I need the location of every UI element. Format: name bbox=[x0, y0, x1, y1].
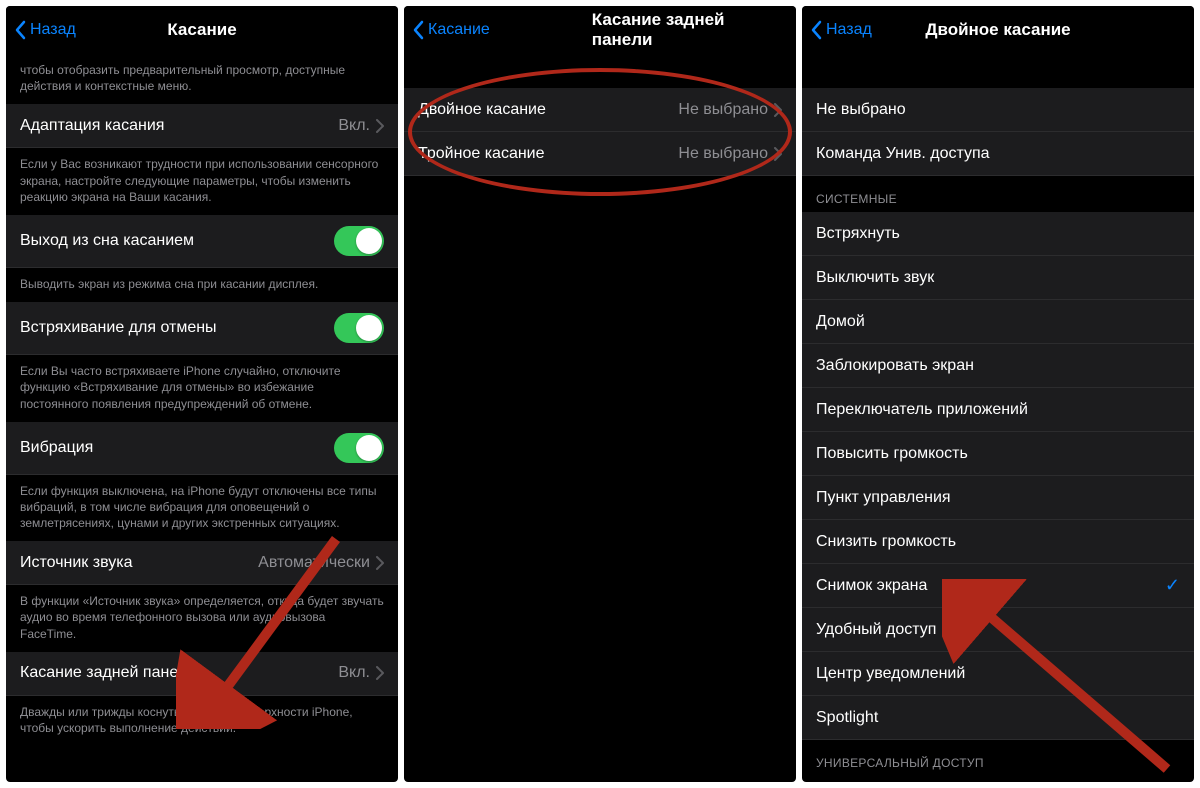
row-label: Домой bbox=[816, 313, 1180, 331]
row-label: Spotlight bbox=[816, 709, 1180, 727]
row-back-tap[interactable]: Касание задней панели Вкл. bbox=[6, 652, 398, 696]
row-option-shortcut[interactable]: Команда Унив. доступа bbox=[802, 132, 1194, 176]
back-label: Касание bbox=[428, 21, 490, 39]
row-label: Команда Унив. доступа bbox=[816, 145, 1180, 163]
row-system-option[interactable]: Выключить звук bbox=[802, 256, 1194, 300]
footer-text: Если у Вас возникают трудности при испол… bbox=[6, 148, 398, 215]
row-value: Не выбрано bbox=[678, 145, 768, 163]
chevron-right-icon bbox=[774, 147, 782, 161]
row-value: Не выбрано bbox=[678, 101, 768, 119]
footer-text: чтобы отобразить предварительный просмот… bbox=[6, 54, 398, 104]
back-label: Назад bbox=[826, 21, 872, 39]
row-value: Вкл. bbox=[338, 664, 370, 682]
back-button[interactable]: Назад bbox=[14, 20, 76, 40]
row-system-option[interactable]: Домой bbox=[802, 300, 1194, 344]
back-label: Назад bbox=[30, 21, 76, 39]
section-header-accessibility: УНИВЕРСАЛЬНЫЙ ДОСТУП bbox=[802, 740, 1194, 776]
toggle-switch[interactable] bbox=[334, 433, 384, 463]
page-title: Касание задней панели bbox=[490, 10, 788, 50]
row-label: Выход из сна касанием bbox=[20, 232, 334, 250]
chevron-left-icon bbox=[412, 20, 424, 40]
row-label: Переключатель приложений bbox=[816, 401, 1180, 419]
footer-text: В функции «Источник звука» определяется,… bbox=[6, 585, 398, 652]
checkmark-icon: ✓ bbox=[1165, 575, 1180, 596]
chevron-right-icon bbox=[376, 556, 384, 570]
navbar: Назад Касание bbox=[6, 6, 398, 54]
toggle-switch[interactable] bbox=[334, 313, 384, 343]
back-button[interactable]: Касание bbox=[412, 20, 490, 40]
row-label: Касание задней панели bbox=[20, 664, 338, 682]
footer-text: Если Вы часто встряхиваете iPhone случай… bbox=[6, 355, 398, 422]
row-system-option[interactable]: Снимок экрана✓ bbox=[802, 564, 1194, 608]
row-system-option[interactable]: Заблокировать экран bbox=[802, 344, 1194, 388]
content: Не выбрано Команда Унив. доступа СИСТЕМН… bbox=[802, 54, 1194, 782]
row-label: Адаптация касания bbox=[20, 117, 338, 135]
row-tap-to-wake[interactable]: Выход из сна касанием bbox=[6, 215, 398, 268]
chevron-right-icon bbox=[376, 119, 384, 133]
screen-double-tap: Назад Двойное касание Не выбрано Команда… bbox=[802, 6, 1194, 782]
row-label: Пункт управления bbox=[816, 489, 1180, 507]
row-system-option[interactable]: Снизить громкость bbox=[802, 520, 1194, 564]
row-system-option[interactable]: Spotlight bbox=[802, 696, 1194, 740]
row-double-tap[interactable]: Двойное касание Не выбрано bbox=[404, 88, 796, 132]
row-label: Встряхивание для отмены bbox=[20, 319, 334, 337]
row-system-option[interactable]: Центр уведомлений bbox=[802, 652, 1194, 696]
row-touch-accommodations[interactable]: Адаптация касания Вкл. bbox=[6, 104, 398, 148]
row-system-option[interactable]: Переключатель приложений bbox=[802, 388, 1194, 432]
row-label: Удобный доступ bbox=[816, 621, 1180, 639]
chevron-right-icon bbox=[376, 666, 384, 680]
row-value: Вкл. bbox=[338, 117, 370, 135]
toggle-switch[interactable] bbox=[334, 226, 384, 256]
footer-text: Если функция выключена, на iPhone будут … bbox=[6, 475, 398, 542]
row-triple-tap[interactable]: Тройное касание Не выбрано bbox=[404, 132, 796, 176]
content: Двойное касание Не выбрано Тройное касан… bbox=[404, 54, 796, 782]
content: чтобы отобразить предварительный просмот… bbox=[6, 54, 398, 782]
row-label: Повысить громкость bbox=[816, 445, 1180, 463]
footer-text: Выводить экран из режима сна при касании… bbox=[6, 268, 398, 302]
row-label: Выключить звук bbox=[816, 269, 1180, 287]
navbar: Касание Касание задней панели bbox=[404, 6, 796, 54]
screen-back-tap: Касание Касание задней панели Двойное ка… bbox=[404, 6, 796, 782]
screen-touch: Назад Касание чтобы отобразить предварит… bbox=[6, 6, 398, 782]
back-button[interactable]: Назад bbox=[810, 20, 872, 40]
row-vibration[interactable]: Вибрация bbox=[6, 422, 398, 475]
chevron-right-icon bbox=[774, 103, 782, 117]
row-label: Центр уведомлений bbox=[816, 665, 1180, 683]
row-system-option[interactable]: Пункт управления bbox=[802, 476, 1194, 520]
row-label: Заблокировать экран bbox=[816, 357, 1180, 375]
row-label: Вибрация bbox=[20, 439, 334, 457]
row-option-none[interactable]: Не выбрано bbox=[802, 88, 1194, 132]
navbar: Назад Двойное касание bbox=[802, 6, 1194, 54]
footer-text: Дважды или трижды коснуться задней повер… bbox=[6, 696, 398, 746]
row-system-option[interactable]: Удобный доступ bbox=[802, 608, 1194, 652]
chevron-left-icon bbox=[810, 20, 822, 40]
row-label: Снизить громкость bbox=[816, 533, 1180, 551]
row-shake-to-undo[interactable]: Встряхивание для отмены bbox=[6, 302, 398, 355]
row-label: Источник звука bbox=[20, 554, 258, 572]
section-header-system: СИСТЕМНЫЕ bbox=[802, 176, 1194, 212]
row-label: Не выбрано bbox=[816, 101, 1180, 119]
row-label: Тройное касание bbox=[418, 145, 678, 163]
row-label: Встряхнуть bbox=[816, 225, 1180, 243]
row-system-option[interactable]: Повысить громкость bbox=[802, 432, 1194, 476]
row-call-audio-routing[interactable]: Источник звука Автоматически bbox=[6, 541, 398, 585]
row-system-option[interactable]: Встряхнуть bbox=[802, 212, 1194, 256]
chevron-left-icon bbox=[14, 20, 26, 40]
row-label: Снимок экрана bbox=[816, 577, 1165, 595]
row-label: Двойное касание bbox=[418, 101, 678, 119]
row-value: Автоматически bbox=[258, 554, 370, 572]
